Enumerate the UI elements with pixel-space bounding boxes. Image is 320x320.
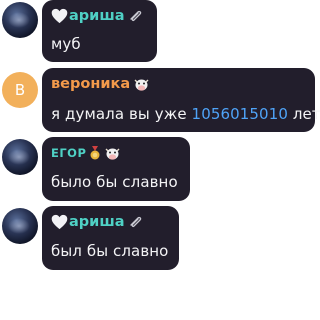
author-line: ЕГОР — [51, 144, 121, 162]
avatar-letter: В — [14, 81, 26, 99]
avatar[interactable]: В — [2, 72, 38, 108]
white-heart-icon — [51, 214, 68, 230]
message-row: ЕГОР было бы славно — [0, 137, 317, 203]
cow-icon — [134, 79, 149, 91]
message-text-part: лет — [287, 105, 320, 123]
message-number: 1056015010 — [191, 105, 288, 123]
paperclip-icon — [129, 10, 141, 21]
message-text: я думала вы уже 1056015010 лет — [51, 105, 320, 123]
message-bubble[interactable]: ариша муб — [42, 0, 157, 62]
author-name[interactable]: вероника — [51, 76, 130, 92]
author-line: ариша — [51, 7, 144, 25]
message-bubble[interactable]: ариша был бы славно — [42, 206, 179, 270]
message-row: ариша был бы славно — [0, 206, 317, 272]
author-name[interactable]: ариша — [69, 8, 125, 24]
medal-icon — [90, 145, 100, 159]
message-bubble[interactable]: ЕГОР было бы славно — [42, 137, 190, 201]
avatar[interactable] — [2, 139, 38, 175]
white-heart-icon — [51, 8, 68, 24]
message-row: В вероника я думала вы уже 1056015010 ле… — [0, 68, 320, 134]
message-row: ариша муб — [0, 0, 317, 64]
message-text: был бы славно — [51, 242, 169, 260]
avatar[interactable] — [2, 208, 38, 244]
paperclip-icon — [129, 216, 141, 227]
message-text: было бы славно — [51, 173, 178, 191]
message-text-part: я думала вы уже — [51, 105, 192, 123]
author-line: ариша — [51, 213, 144, 231]
author-line: вероника — [51, 75, 150, 93]
message-text: муб — [51, 35, 81, 53]
message-bubble[interactable]: вероника я думала вы уже 1056015010 лет — [42, 68, 320, 132]
author-name[interactable]: ариша — [69, 214, 125, 230]
cow-icon — [105, 148, 120, 160]
avatar[interactable] — [2, 2, 38, 38]
author-name[interactable]: ЕГОР — [51, 146, 86, 160]
